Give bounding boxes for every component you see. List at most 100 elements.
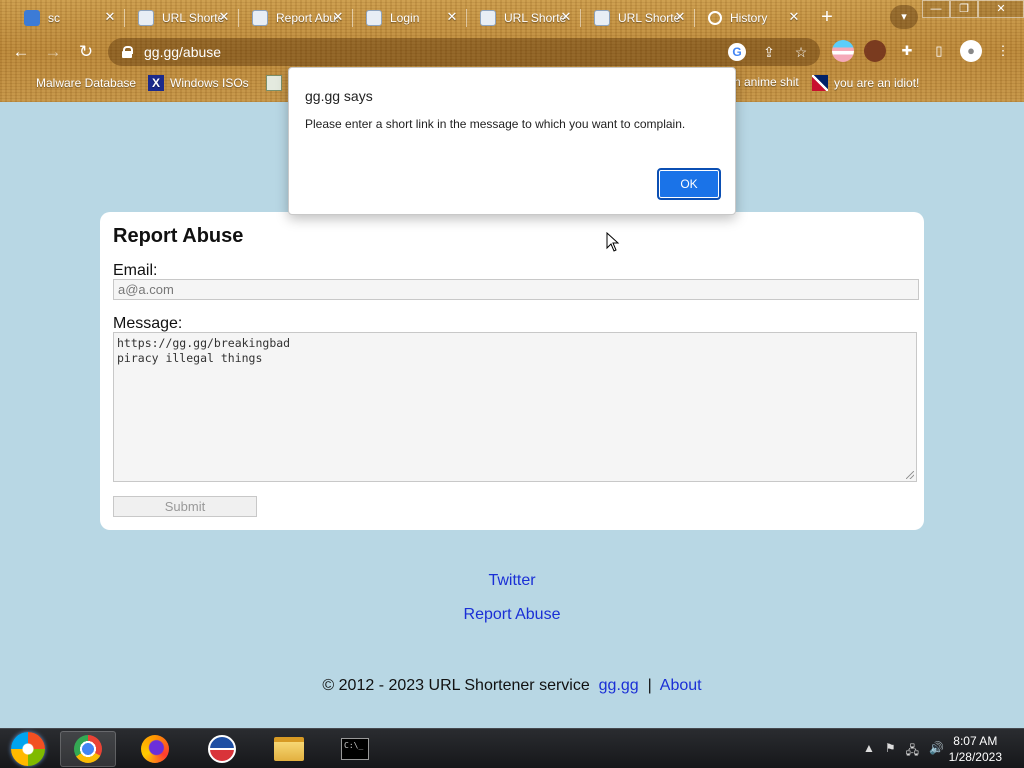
bookmark-you-are-an-idiot[interactable]: you are an idiot! (812, 75, 919, 91)
message-label: Message: (113, 315, 183, 332)
footer-separator: | (647, 677, 652, 694)
telegram-icon (24, 10, 40, 26)
close-tab-icon[interactable]: ✕ (330, 9, 346, 25)
alert-dialog: gg.gg says Please enter a short link in … (288, 67, 736, 215)
taskbar-app[interactable] (194, 731, 250, 767)
close-tab-icon[interactable]: ✕ (786, 9, 802, 25)
taskbar: C:\_ ▲ ⚑ 🖧 🔊 8:07 AM 1/28/2023 (0, 728, 1024, 768)
network-icon[interactable]: 🖧 (906, 741, 919, 762)
minimize-icon[interactable]: — (922, 0, 950, 18)
extension-flag-icon[interactable] (832, 40, 854, 62)
taskbar-firefox[interactable] (127, 731, 183, 767)
gear-icon (252, 10, 268, 26)
chrome-icon (74, 735, 102, 763)
tab-url-shortener-1[interactable]: URL Shortener ✕ (128, 5, 239, 31)
menu-dots-icon[interactable]: ⋮ (992, 40, 1014, 62)
tab-title: Login (390, 11, 420, 25)
page-title: Report Abuse (113, 225, 244, 247)
browser-toolbar: ← → ↻ gg.gg/abuse G ⇪ ☆ ✚ ▯ ● ⋮ (0, 34, 1024, 70)
tab-history[interactable]: History ✕ (698, 5, 806, 31)
tab-title: History (730, 11, 768, 25)
bookmark-icon (14, 75, 30, 91)
taskbar-explorer[interactable] (261, 731, 317, 767)
firefox-icon (141, 735, 169, 763)
window-controls: — ❐ ✕ (922, 0, 1024, 18)
system-tray: ▲ ⚑ 🖧 🔊 (863, 741, 944, 762)
bookmark-windows-isos[interactable]: X Windows ISOs (148, 75, 249, 91)
submit-button[interactable]: Submit (113, 496, 257, 517)
close-tab-icon[interactable]: ✕ (216, 9, 232, 25)
dialog-message: Please enter a short link in the message… (305, 117, 686, 131)
close-tab-icon[interactable]: ✕ (558, 9, 574, 25)
clock-time: 8:07 AM (953, 734, 998, 748)
tab-report-abuse[interactable]: Report Abuse ✕ (242, 5, 353, 31)
close-tab-icon[interactable]: ✕ (444, 9, 460, 25)
ok-button[interactable]: OK (657, 168, 721, 200)
sidepanel-icon[interactable]: ▯ (928, 40, 950, 62)
address-bar[interactable]: gg.gg/abuse G ⇪ ☆ (108, 38, 820, 66)
tab-login[interactable]: Login ✕ (356, 5, 467, 31)
volume-icon[interactable]: 🔊 (929, 741, 944, 762)
uk-flag-icon (812, 75, 828, 91)
tab-search-button[interactable]: ▾ (890, 5, 918, 29)
footer: © 2012 - 2023 URL Shortener service gg.g… (0, 677, 1024, 695)
image-icon (266, 75, 282, 91)
tab-title: sc (48, 11, 60, 25)
close-tab-icon[interactable]: ✕ (102, 9, 118, 25)
address-text: gg.gg/abuse (144, 44, 222, 60)
report-abuse-form: Report Abuse Email: a@a.com Message: htt… (100, 212, 924, 530)
lock-icon (122, 46, 133, 58)
back-icon[interactable]: ← (9, 40, 33, 64)
bookmark-malware-database[interactable]: Malware Database (14, 75, 136, 91)
google-icon[interactable]: G (728, 43, 746, 61)
flag-icon[interactable]: ⚑ (885, 741, 896, 762)
profile-icon[interactable]: ● (960, 40, 982, 62)
share-icon[interactable]: ⇪ (760, 43, 778, 61)
new-tab-button[interactable]: + (814, 5, 840, 31)
tab-title: URL Shortener (504, 11, 566, 25)
puzzle-icon[interactable]: ✚ (896, 40, 918, 62)
message-textarea[interactable]: https://gg.gg/breakingbad piracy illegal… (113, 332, 917, 482)
tab-strip: sc ✕ URL Shortener ✕ Report Abuse ✕ Logi… (0, 0, 1024, 34)
clock-date: 1/28/2023 (948, 750, 1002, 764)
command-prompt-icon: C:\_ (341, 738, 369, 760)
taskbar-cmd[interactable]: C:\_ (327, 731, 383, 767)
tab-title: URL Shortener (618, 11, 680, 25)
tab-title: URL Shortener (162, 11, 224, 25)
tab-url-shortener-2[interactable]: URL Shortener ✕ (470, 5, 581, 31)
email-label: Email: (113, 262, 158, 279)
start-button[interactable] (0, 731, 56, 767)
windows-logo-icon (11, 732, 45, 766)
gear-icon (366, 10, 382, 26)
gear-icon (594, 10, 610, 26)
tab-sc[interactable]: sc ✕ (14, 5, 125, 31)
taskbar-chrome[interactable] (60, 731, 116, 767)
forward-icon[interactable]: → (41, 40, 65, 64)
resize-handle-icon[interactable] (906, 471, 914, 479)
twitter-link[interactable]: Twitter (462, 572, 562, 590)
copyright-text: © 2012 - 2023 URL Shortener service (322, 677, 590, 694)
bookmark-folder[interactable] (266, 75, 288, 91)
campaign-logo-icon (208, 735, 236, 763)
restore-icon[interactable]: ❐ (950, 0, 978, 18)
extension-avatar-icon[interactable] (864, 40, 886, 62)
star-icon[interactable]: ☆ (792, 43, 810, 61)
extensions-area: ✚ ▯ ● ⋮ (832, 40, 1014, 62)
gear-icon (138, 10, 154, 26)
about-link[interactable]: About (660, 677, 702, 694)
tab-url-shortener-3[interactable]: URL Shortener ✕ (584, 5, 695, 31)
dialog-title: gg.gg says (305, 88, 373, 104)
site-link[interactable]: gg.gg (599, 677, 639, 694)
tray-expand-icon[interactable]: ▲ (863, 741, 875, 762)
clock[interactable]: 8:07 AM 1/28/2023 (949, 733, 1002, 765)
email-field[interactable]: a@a.com (113, 279, 919, 300)
message-text: https://gg.gg/breakingbad piracy illegal… (117, 336, 291, 365)
reload-icon[interactable]: ↻ (74, 40, 98, 64)
folder-icon (274, 737, 304, 761)
bookmark-anime[interactable]: n anime shit (734, 75, 799, 89)
close-tab-icon[interactable]: ✕ (672, 9, 688, 25)
gear-icon (480, 10, 496, 26)
report-abuse-link[interactable]: Report Abuse (442, 606, 582, 624)
close-window-icon[interactable]: ✕ (978, 0, 1024, 18)
x-logo-icon: X (148, 75, 164, 91)
